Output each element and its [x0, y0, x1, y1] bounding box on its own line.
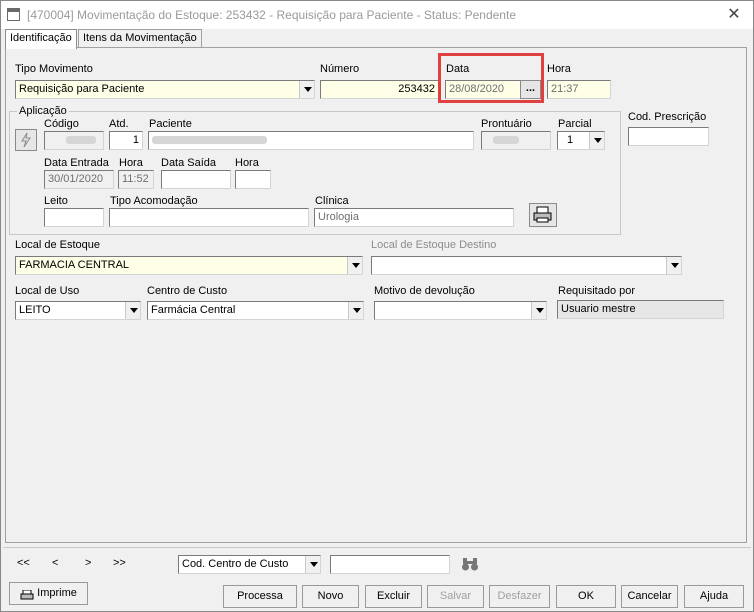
main-window: [470004] Movimentação do Estoque: 253432… — [0, 0, 754, 612]
search-field-value: Cod. Centro de Custo — [182, 558, 289, 570]
numero-label: Número — [320, 63, 360, 75]
chevron-down-icon[interactable] — [589, 132, 604, 149]
hora-saida-field[interactable] — [235, 170, 271, 189]
local-uso-value: LEITO — [19, 304, 51, 316]
chevron-down-icon[interactable] — [666, 257, 681, 274]
local-estoque-destino-label: Local de Estoque Destino — [371, 239, 497, 251]
paciente-field[interactable] — [148, 131, 474, 150]
hora-label: Hora — [547, 63, 571, 75]
local-estoque-value: FARMACIA CENTRAL — [19, 259, 130, 271]
centro-custo-label: Centro de Custo — [147, 285, 228, 297]
leito-label: Leito — [44, 195, 68, 207]
requisitado-por-field: Usuario mestre — [557, 300, 724, 319]
search-input[interactable] — [330, 555, 450, 574]
parcial-select[interactable]: 1 — [557, 131, 605, 150]
excluir-button[interactable]: Excluir — [365, 585, 422, 608]
aplicacao-label: Aplicação — [17, 105, 69, 117]
parcial-value: 1 — [567, 134, 574, 146]
local-estoque-label: Local de Estoque — [15, 239, 101, 251]
tipo-movimento-label: Tipo Movimento — [15, 63, 93, 75]
local-estoque-destino-select[interactable] — [371, 256, 682, 275]
atd-field[interactable]: 1 — [109, 131, 143, 150]
atd-label: Atd. — [109, 118, 129, 130]
printer-icon — [20, 588, 34, 600]
motivo-devolucao-label: Motivo de devolução — [374, 285, 475, 297]
nav-last-button[interactable]: >> — [113, 557, 126, 569]
nav-first-button[interactable]: << — [17, 557, 30, 569]
tipo-movimento-select[interactable]: Requisição para Paciente — [15, 80, 315, 99]
numero-field[interactable]: 253432 — [320, 80, 439, 99]
chevron-down-icon[interactable] — [305, 556, 320, 573]
lightning-icon[interactable] — [15, 129, 37, 151]
ok-button[interactable]: OK — [556, 585, 616, 608]
paciente-label: Paciente — [149, 118, 192, 130]
codigo-field[interactable] — [44, 131, 104, 150]
window-title: [470004] Movimentação do Estoque: 253432… — [27, 8, 516, 22]
centro-custo-value: Farmácia Central — [151, 304, 236, 316]
hora-saida-label: Hora — [235, 157, 259, 169]
novo-button[interactable]: Novo — [302, 585, 359, 608]
imprime-label: Imprime — [37, 587, 77, 599]
nav-next-button[interactable]: > — [85, 557, 91, 569]
chevron-down-icon[interactable] — [348, 302, 363, 319]
codigo-label: Código — [44, 118, 79, 130]
app-icon — [7, 8, 20, 21]
salvar-button[interactable]: Salvar — [427, 585, 484, 608]
motivo-devolucao-select[interactable] — [374, 301, 547, 320]
data-entrada-label: Data Entrada — [44, 157, 109, 169]
hora-entrada-field[interactable]: 11:52 — [118, 170, 154, 189]
prontuario-label: Prontuário — [481, 118, 532, 130]
local-uso-select[interactable]: LEITO — [15, 301, 141, 320]
highlight-box — [438, 53, 544, 103]
centro-custo-select[interactable]: Farmácia Central — [147, 301, 364, 320]
local-estoque-select[interactable]: FARMACIA CENTRAL — [15, 256, 363, 275]
parcial-label: Parcial — [558, 118, 592, 130]
hora-field[interactable]: 21:37 — [547, 80, 611, 99]
tipo-acomodacao-field[interactable] — [109, 208, 309, 227]
chevron-down-icon[interactable] — [347, 257, 362, 274]
cod-prescricao-label: Cod. Prescrição — [628, 111, 707, 123]
title-bar: [470004] Movimentação do Estoque: 253432… — [1, 1, 753, 29]
cancelar-button[interactable]: Cancelar — [621, 585, 678, 608]
close-icon[interactable]: ✕ — [723, 4, 745, 26]
hora-entrada-label: Hora — [119, 157, 143, 169]
search-field-select[interactable]: Cod. Centro de Custo — [178, 555, 321, 574]
divider — [3, 547, 751, 548]
chevron-down-icon[interactable] — [299, 81, 314, 98]
desfazer-button[interactable]: Desfazer — [489, 585, 550, 608]
leito-field[interactable] — [44, 208, 104, 227]
data-saida-label: Data Saída — [161, 157, 217, 169]
tipo-acomodacao-label: Tipo Acomodação — [110, 195, 198, 207]
chevron-down-icon[interactable] — [125, 302, 140, 319]
nav-prev-button[interactable]: < — [52, 557, 58, 569]
clinica-label: Clínica — [315, 195, 349, 207]
data-saida-field[interactable] — [161, 170, 231, 189]
local-uso-label: Local de Uso — [15, 285, 80, 297]
tipo-movimento-value: Requisição para Paciente — [19, 83, 145, 95]
chevron-down-icon[interactable] — [531, 302, 546, 319]
imprime-button[interactable]: Imprime — [9, 582, 88, 605]
tab-itens-movimentacao[interactable]: Itens da Movimentação — [78, 29, 202, 48]
processa-button[interactable]: Processa — [223, 585, 297, 608]
printer-icon[interactable] — [529, 203, 557, 227]
tab-identificacao[interactable]: Identificação — [5, 29, 77, 49]
data-entrada-field[interactable]: 30/01/2020 — [44, 170, 114, 189]
ajuda-button[interactable]: Ajuda — [684, 585, 744, 608]
clinica-field[interactable]: Urologia — [314, 208, 514, 227]
requisitado-por-label: Requisitado por — [558, 285, 636, 297]
binoculars-icon[interactable] — [461, 556, 479, 572]
cod-prescricao-field[interactable] — [628, 127, 709, 146]
prontuario-field[interactable] — [481, 131, 551, 150]
